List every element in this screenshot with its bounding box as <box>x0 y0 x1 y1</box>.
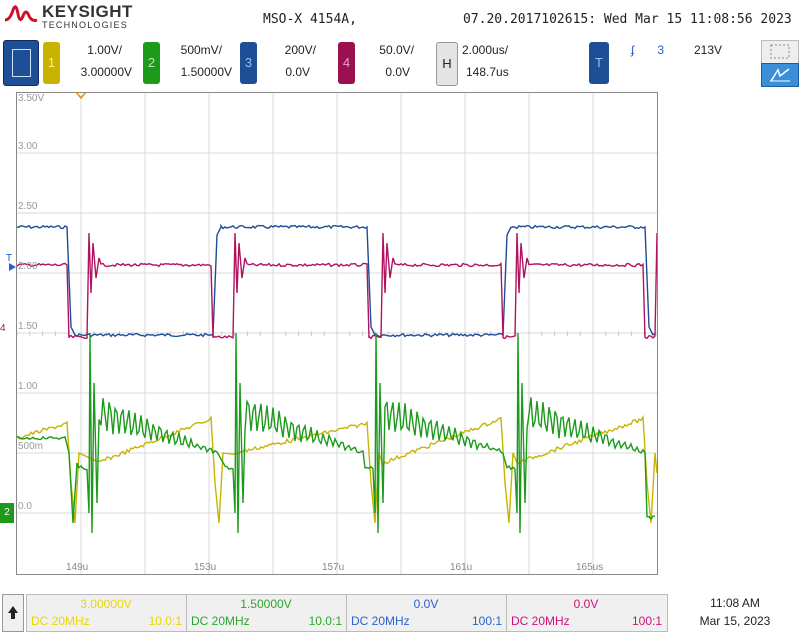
y-label-2: 2.50 <box>18 201 38 212</box>
channel-2-offset: 1.50000V <box>180 65 232 79</box>
keysight-logo: KEYSIGHT TECHNOLOGIES <box>4 2 134 32</box>
channel-2-ground-marker[interactable]: 2 <box>0 503 14 523</box>
footer-ch2-coupling: DC 20MHz <box>191 614 250 628</box>
footer-ch3-offset: 0.0V <box>413 597 439 611</box>
x-label-4: 165us <box>576 562 604 573</box>
channel-3-badge[interactable]: 3 <box>240 42 257 84</box>
channel-2-scale: 500mV/ <box>180 43 222 57</box>
measure-icon <box>770 68 790 82</box>
footer-ch1-offset: 3.00000V <box>80 597 132 611</box>
channel-3-offset: 0.0V <box>285 65 310 79</box>
channel-4-badge[interactable]: 4 <box>338 42 355 84</box>
horizontal-badge[interactable]: H <box>436 42 458 86</box>
channel-3-scale: 200V/ <box>284 43 316 57</box>
channel-1-badge[interactable]: 1 <box>43 42 60 84</box>
y-label-6: 500m <box>18 441 44 452</box>
channel-4-offset: 0.0V <box>385 65 410 79</box>
footer-ch2-offset: 1.50000V <box>240 597 292 611</box>
trigger-slope-icon: ʄ <box>630 43 634 57</box>
footer-date: Mar 15, 2023 <box>699 614 771 628</box>
horizontal-delay: 148.7us <box>466 65 509 79</box>
brand-name: KEYSIGHT <box>42 2 133 21</box>
y-label-4: 1.50 <box>18 321 38 332</box>
trigger-source: 3 <box>657 43 664 57</box>
footer-ch2-ratio: 10.0:1 <box>308 614 342 628</box>
capture-datetime: 07.20.2017102615: Wed Mar 15 11:08:56 20… <box>463 12 792 27</box>
trigger-level: 213V <box>693 43 722 57</box>
y-label-3: 2.00 <box>18 261 38 272</box>
channel-1-offset: 3.00000V <box>80 65 132 79</box>
footer-ch1-ratio: 10.0:1 <box>148 614 182 628</box>
footer-ch4-offset: 0.0V <box>573 597 599 611</box>
trigger-position-icon <box>76 92 86 99</box>
channel-3-trace <box>16 223 656 338</box>
y-label-7: 0.0 <box>18 501 32 512</box>
y-label-5: 1.00 <box>18 381 38 392</box>
trigger-arrow-icon <box>9 263 16 271</box>
channel-2-trace <box>16 332 656 534</box>
y-label-1: 3.00 <box>18 141 38 152</box>
keysight-wave-icon <box>4 5 38 22</box>
zoom-box-icon <box>770 44 790 59</box>
x-label-1: 153u <box>194 562 217 573</box>
footer-ch4-ratio: 100:1 <box>631 614 662 628</box>
zoom-select-button[interactable] <box>761 40 799 64</box>
channel-2-badge[interactable]: 2 <box>143 42 160 84</box>
footer-up-button[interactable] <box>2 594 24 632</box>
arrow-up-icon <box>8 606 18 619</box>
x-label-0: 149u <box>66 562 89 573</box>
waveform-display[interactable] <box>16 92 668 575</box>
footer-ch3-ratio: 100:1 <box>471 614 502 628</box>
footer-ch4-coupling: DC 20MHz <box>511 614 570 628</box>
trigger-badge[interactable]: T <box>589 42 609 84</box>
menu-button[interactable] <box>3 40 39 86</box>
x-label-3: 161u <box>450 562 473 573</box>
time-per-division: 2.000us/ <box>462 43 509 57</box>
footer-time: 11:08 AM <box>710 596 760 610</box>
menu-icon <box>12 49 31 77</box>
model-name: MSO-X 4154A, <box>263 12 357 27</box>
channel-1-scale: 1.00V/ <box>87 43 122 57</box>
footer-ch3-coupling: DC 20MHz <box>351 614 410 628</box>
footer-ch1-coupling: DC 20MHz <box>31 614 90 628</box>
graticule <box>16 93 668 574</box>
channel-4-scale: 50.0V/ <box>379 43 414 57</box>
channel-4-ground-marker[interactable]: 4 <box>0 323 14 335</box>
measure-button[interactable] <box>761 63 799 87</box>
brand-subtitle: TECHNOLOGIES <box>42 20 128 30</box>
x-label-2: 157u <box>322 562 345 573</box>
y-label-0: 3.50V <box>18 93 45 104</box>
